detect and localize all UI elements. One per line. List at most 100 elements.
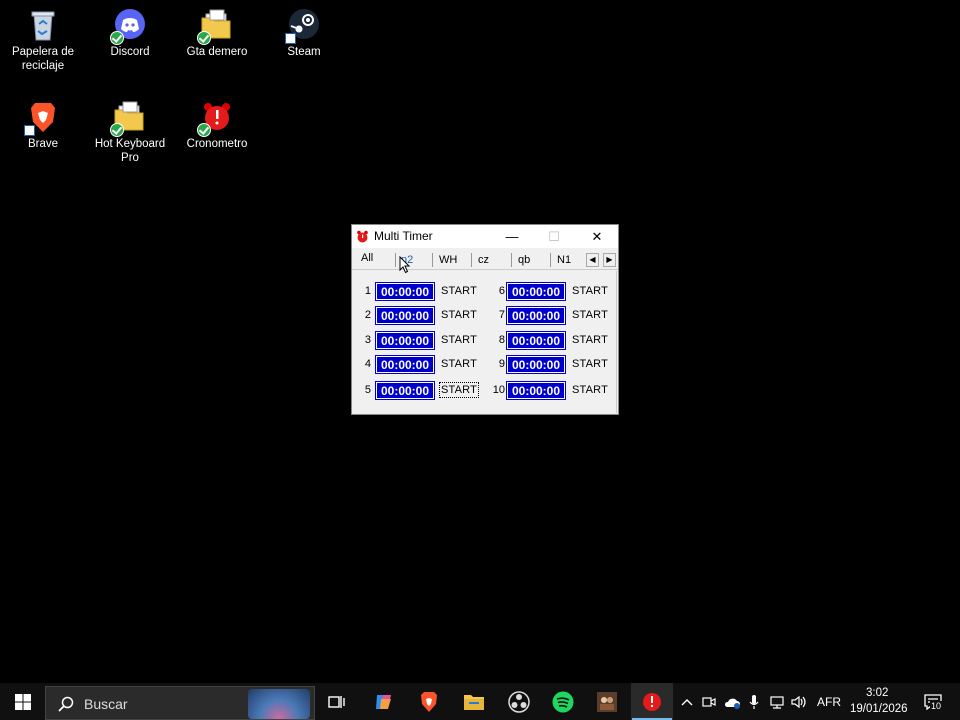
- cloud-icon: [724, 698, 740, 709]
- timer-row: 7 00:00:00 START: [483, 306, 617, 325]
- timer-display: 00:00:00: [506, 355, 566, 374]
- task-view-button[interactable]: [318, 683, 356, 720]
- search-box[interactable]: Buscar: [45, 686, 315, 720]
- search-placeholder: Buscar: [84, 696, 128, 712]
- timer-start-button[interactable]: START: [572, 334, 608, 346]
- tray-meet-button[interactable]: [700, 683, 718, 720]
- tab-cz[interactable]: cz: [473, 252, 510, 268]
- tab-separator: [511, 253, 512, 267]
- game-icon: [597, 691, 617, 712]
- tab-scroll-right-icon[interactable]: ▶: [603, 253, 616, 267]
- notification-count-badge: 10: [930, 701, 943, 711]
- clock-date[interactable]: 19/01/2026: [850, 703, 908, 715]
- timer-start-button[interactable]: START: [572, 309, 608, 321]
- sync-check-icon: [197, 123, 211, 137]
- tab-all[interactable]: All: [356, 250, 394, 266]
- spotify-button[interactable]: [543, 683, 583, 720]
- timer-start-button[interactable]: START: [441, 309, 477, 321]
- desktop-icon-label: Steam: [287, 46, 321, 58]
- file-explorer-icon: [464, 694, 484, 710]
- timer-display: 00:00:00: [506, 306, 566, 325]
- timer-number: 3: [364, 334, 371, 346]
- desktop-icon-gta-demero[interactable]: Gta demero: [177, 8, 257, 59]
- tray-network-button[interactable]: [766, 683, 788, 720]
- sync-check-icon: [110, 31, 124, 45]
- tray-volume-button[interactable]: [789, 683, 809, 720]
- desktop-icon-label: Cronometro: [186, 138, 248, 150]
- desktop-icon-label: Hot Keyboard Pro: [94, 138, 166, 164]
- language-indicator[interactable]: AFR: [817, 695, 841, 709]
- copilot-button[interactable]: [364, 683, 404, 720]
- tray-onedrive-button[interactable]: [721, 683, 743, 720]
- tab-separator: [471, 253, 472, 267]
- tab-separator: [550, 253, 551, 267]
- sync-check-icon: [110, 123, 124, 137]
- clock-time[interactable]: 3:02: [866, 687, 888, 699]
- timer-start-button[interactable]: START: [438, 382, 480, 398]
- minimize-button[interactable]: —: [491, 225, 533, 248]
- timer-row: 1 00:00:00 START: [353, 282, 483, 301]
- multi-timer-taskbar-button[interactable]: [631, 683, 673, 720]
- folder-icon: [110, 100, 147, 137]
- timer-panel: 1 00:00:00 START 2 00:00:00 START 3 00:0…: [353, 271, 617, 413]
- timer-start-button[interactable]: START: [572, 384, 608, 396]
- folder-icon: [197, 8, 234, 45]
- desktop-icon-cronometro[interactable]: Cronometro: [177, 100, 257, 151]
- timer-row: 2 00:00:00 START: [353, 306, 483, 325]
- start-button[interactable]: [0, 683, 45, 720]
- desktop-icon-brave[interactable]: Brave: [3, 100, 83, 151]
- search-highlight-image: [248, 689, 310, 719]
- close-button[interactable]: ✕: [576, 225, 618, 248]
- recycle-bin-icon: [26, 8, 60, 42]
- timer-row: 6 00:00:00 START: [483, 282, 617, 301]
- notification-center-button[interactable]: 10: [916, 683, 950, 720]
- brave-taskbar-button[interactable]: [409, 683, 449, 720]
- search-icon: [58, 696, 74, 712]
- camera-icon: [702, 696, 716, 707]
- task-view-icon: [328, 695, 345, 708]
- timer-row: 10 00:00:00 START: [483, 381, 617, 400]
- timer-number: 10: [492, 384, 505, 396]
- desktop-icon-label: Gta demero: [186, 46, 248, 58]
- timer-display: 00:00:00: [375, 282, 435, 301]
- tray-microphone-button[interactable]: [745, 683, 763, 720]
- maximize-button[interactable]: ☐: [533, 225, 575, 248]
- desktop-icon-label: Discord: [110, 46, 150, 58]
- desktop-icon-steam[interactable]: Steam: [264, 8, 344, 59]
- tab-qb[interactable]: qb: [513, 252, 549, 268]
- timer-number: 7: [498, 309, 505, 321]
- timer-number: 8: [498, 334, 505, 346]
- game-button[interactable]: [587, 683, 627, 720]
- copilot-icon: [376, 694, 391, 709]
- tab-wh[interactable]: WH: [434, 252, 471, 268]
- sync-check-icon: [197, 31, 211, 45]
- timer-start-button[interactable]: START: [441, 285, 477, 297]
- desktop-icon-label: Brave: [27, 138, 59, 150]
- file-explorer-button[interactable]: [454, 683, 494, 720]
- desktop-icon-discord[interactable]: Discord: [90, 8, 170, 59]
- tray-overflow-button[interactable]: [678, 683, 696, 720]
- timer-start-button[interactable]: START: [572, 358, 608, 370]
- timer-row: 5 00:00:00 START: [353, 381, 483, 400]
- title-bar[interactable]: Multi Timer — ☐ ✕: [352, 225, 618, 248]
- timer-display: 00:00:00: [506, 381, 566, 400]
- steam-icon: [285, 8, 321, 44]
- desktop-icon-recycle-bin[interactable]: Papelera de reciclaje: [3, 8, 83, 73]
- desktop-icon-label: Papelera de reciclaje: [11, 46, 75, 72]
- obs-button[interactable]: [499, 683, 539, 720]
- desktop-icon-hot-keyboard-pro[interactable]: Hot Keyboard Pro: [90, 100, 170, 165]
- timer-start-button[interactable]: START: [441, 334, 477, 346]
- alarm-clock-icon: [197, 100, 234, 137]
- timer-start-button[interactable]: START: [572, 285, 608, 297]
- windows-logo-icon: [14, 693, 31, 710]
- brave-icon: [421, 691, 437, 712]
- timer-row: 8 00:00:00 START: [483, 331, 617, 350]
- multi-timer-window[interactable]: Multi Timer — ☐ ✕ All n2 WH cz qb N1 ◀ ▶…: [351, 224, 619, 415]
- discord-icon: [110, 8, 147, 45]
- timer-start-button[interactable]: START: [441, 358, 477, 370]
- timer-number: 5: [364, 384, 371, 396]
- timer-number: 6: [498, 285, 505, 297]
- tab-scroll-left-icon[interactable]: ◀: [586, 253, 599, 267]
- timer-display: 00:00:00: [375, 306, 435, 325]
- tab-n1[interactable]: N1: [552, 252, 582, 268]
